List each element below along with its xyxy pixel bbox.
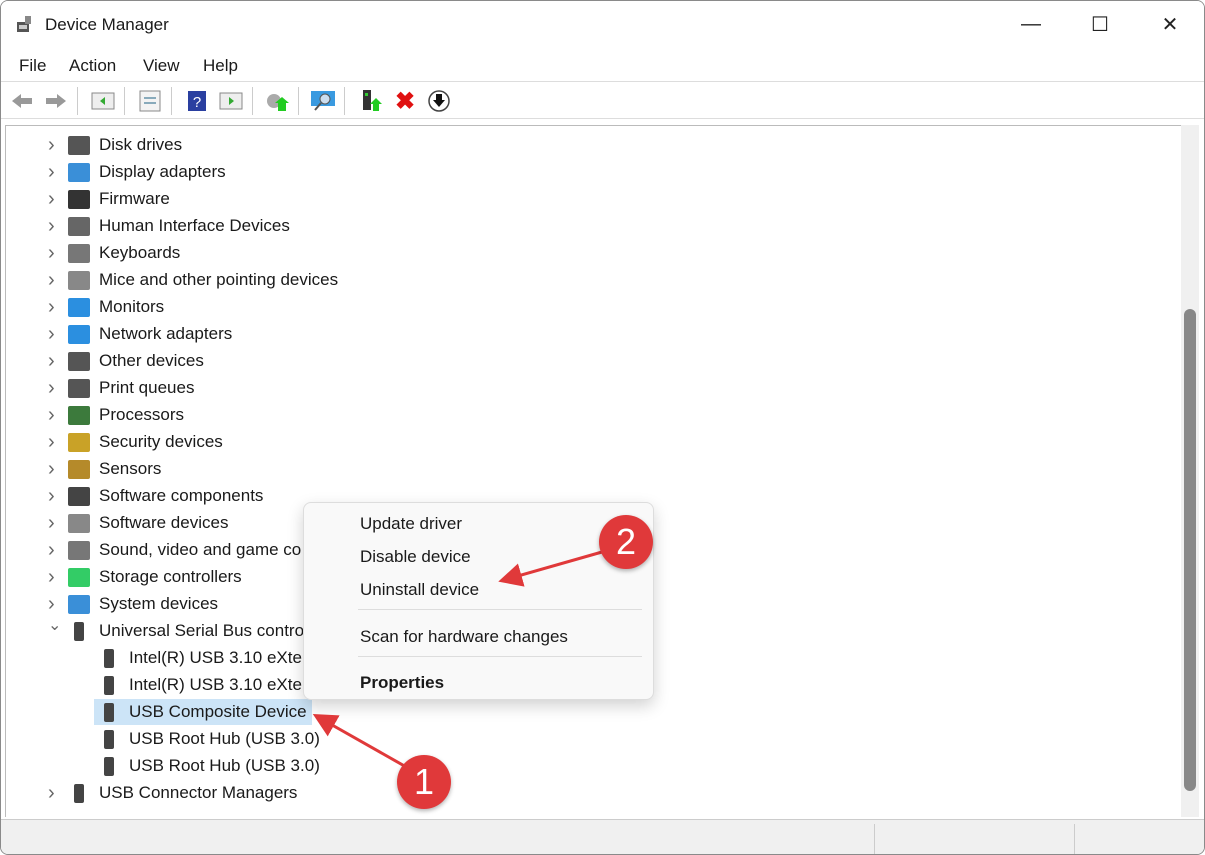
arrow-1 xyxy=(312,714,409,770)
arrow-2 xyxy=(498,550,603,587)
annotation-badge-1: 1 xyxy=(397,755,451,809)
annotation-arrows xyxy=(312,550,603,770)
annotation-badge-2: 2 xyxy=(599,515,653,569)
